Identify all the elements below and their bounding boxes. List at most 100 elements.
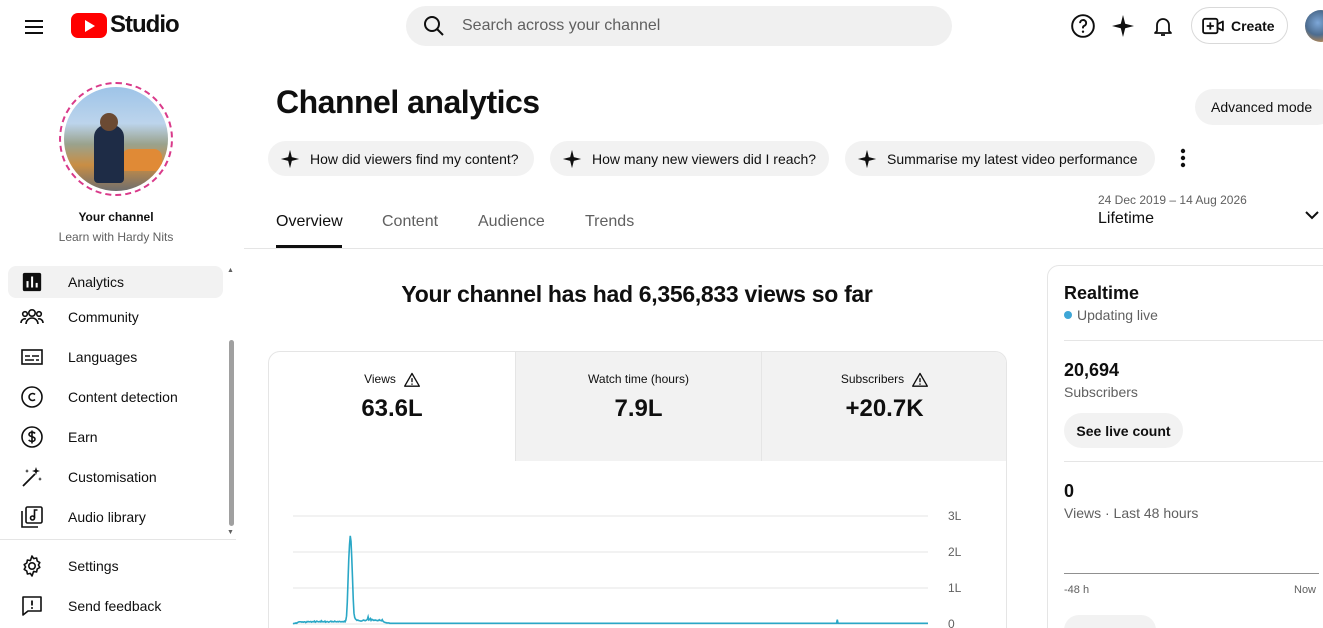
scroll-down-arrow[interactable]: ▼ [227, 529, 235, 536]
sidebar-item-label: Earn [68, 429, 98, 445]
sidebar-item-analytics[interactable]: Analytics [8, 266, 223, 298]
realtime-views-label: Views · Last 48 hours [1064, 505, 1199, 521]
community-icon [20, 305, 44, 329]
sidebar-item-label: Audio library [68, 509, 146, 525]
analytics-icon [20, 270, 44, 294]
chart-y-tick-label: 1L [948, 581, 962, 595]
channel-avatar-image [64, 87, 168, 191]
realtime-divider [1064, 340, 1323, 341]
account-avatar[interactable] [1305, 10, 1323, 42]
realtime-views-value: 0 [1064, 481, 1075, 501]
chip-label: Summarise my latest video performance [887, 150, 1138, 167]
help-button[interactable] [1069, 12, 1097, 40]
realtime-axis-start: -48 h [1064, 584, 1090, 596]
search-input[interactable] [462, 17, 902, 35]
date-range[interactable]: 24 Dec 2019 – 14 Aug 2026 [1098, 193, 1247, 207]
sidebar-item-label: Content detection [68, 389, 178, 405]
metric-label: Subscribers [840, 372, 905, 386]
metric-label: Watch time (hours) [588, 372, 689, 386]
metric-label: Views [364, 372, 396, 386]
realtime-subscribers-value: 20,694 [1064, 360, 1120, 380]
sidebar-item-settings[interactable]: Settings [8, 550, 223, 582]
tab-overview[interactable]: Overview [276, 213, 343, 231]
warning-icon[interactable] [403, 372, 420, 387]
sidebar-divider [0, 539, 236, 540]
more-vert-icon [1180, 148, 1186, 168]
subtitles-icon [20, 345, 44, 369]
views-line-chart: 3L 2L 1L 0 [268, 460, 1007, 628]
bell-icon [1154, 18, 1172, 36]
sidebar-item-customisation[interactable]: Customisation [8, 461, 223, 493]
magic-wand-icon [20, 465, 44, 489]
sidebar-item-languages[interactable]: Languages [8, 341, 223, 373]
metric-tab-subscribers[interactable]: Subscribers +20.7K [761, 352, 1006, 461]
sidebar-item-label: Community [68, 309, 139, 325]
notifications-button[interactable] [1149, 12, 1177, 40]
tabs-divider [244, 248, 1323, 249]
youtube-play-icon [71, 12, 107, 38]
chart-y-tick-label: 0 [948, 617, 955, 628]
menu-button[interactable] [18, 10, 50, 42]
sparkle-icon [562, 149, 582, 168]
realtime-title: Realtime [1064, 283, 1140, 303]
sparkle-icon [1112, 15, 1134, 37]
views-headline: Your channel has had 6,356,833 views so … [401, 281, 873, 307]
create-button[interactable]: Create [1191, 7, 1288, 44]
live-dot-icon [1064, 311, 1072, 319]
realtime-status-text: Updating live [1077, 307, 1158, 323]
sidebar-item-label: Customisation [68, 469, 157, 485]
feedback-icon [20, 594, 44, 618]
chart-svg: 3L 2L 1L 0 [292, 509, 962, 628]
realtime-status: Updating live [1064, 307, 1158, 323]
sidebar-item-earn[interactable]: Earn [8, 421, 223, 453]
channel-avatar[interactable] [59, 82, 173, 196]
audio-library-icon [20, 505, 44, 529]
tab-audience[interactable]: Audience [478, 213, 545, 231]
dollar-icon [20, 425, 44, 449]
tab-trends[interactable]: Trends [585, 213, 634, 231]
sidebar-item-label: Analytics [68, 274, 125, 290]
ask-chip-summarise-video[interactable]: Summarise my latest video performance [845, 141, 1155, 176]
metric-value: 7.9L [614, 395, 663, 422]
realtime-subscribers-label: Subscribers [1064, 384, 1138, 400]
advanced-mode-button[interactable]: Advanced mode [1195, 89, 1323, 125]
sparkle-icon [280, 149, 300, 168]
sidebar-scrollbar-thumb[interactable] [229, 340, 234, 526]
metric-tab-views[interactable]: Views 63.6L [269, 352, 515, 461]
ask-chip-new-viewers[interactable]: How many new viewers did I reach? [550, 141, 829, 176]
sidebar-item-community[interactable]: Community [8, 301, 223, 333]
youtube-studio-logo[interactable]: Studio [71, 11, 180, 39]
see-live-count-button[interactable]: See live count [1064, 413, 1183, 448]
search-bar[interactable] [406, 6, 952, 46]
logo-text: Studio [110, 11, 180, 38]
chart-series-line[interactable] [292, 535, 928, 625]
sidebar-item-label: Settings [68, 558, 119, 574]
scroll-up-arrow[interactable]: ▲ [227, 267, 235, 274]
realtime-see-more-button[interactable] [1064, 615, 1156, 628]
page-title: Channel analytics [276, 84, 540, 120]
sidebar-item-label: Languages [68, 349, 138, 365]
active-tab-indicator [276, 245, 342, 248]
metric-tab-watch-time[interactable]: Watch time (hours) 7.9L [515, 352, 761, 461]
warning-icon[interactable] [912, 372, 929, 387]
date-period-label[interactable]: Lifetime [1098, 210, 1154, 228]
chart-y-tick-label: 3L [948, 509, 962, 523]
realtime-divider [1064, 461, 1323, 462]
metric-value: +20.7K [845, 395, 924, 422]
sidebar-item-content-detection[interactable]: Content detection [8, 381, 223, 413]
date-picker-button[interactable] [1300, 203, 1323, 227]
sidebar-item-send-feedback[interactable]: Send feedback [8, 590, 223, 622]
chip-label: How many new viewers did I reach? [592, 150, 817, 167]
sidebar-item-label: Send feedback [68, 598, 162, 614]
ask-chip-viewers-find[interactable]: How did viewers find my content? [268, 141, 534, 176]
sidebar-item-audio-library[interactable]: Audio library [8, 501, 223, 533]
create-video-icon [1202, 17, 1224, 34]
tab-content[interactable]: Content [382, 213, 438, 231]
chip-label: How did viewers find my content? [310, 150, 519, 167]
create-label: Create [1231, 17, 1275, 34]
channel-name: Learn with Hardy Nits [58, 230, 174, 244]
more-options-button[interactable] [1170, 145, 1196, 171]
search-icon [424, 16, 444, 36]
sparkle-button[interactable] [1109, 12, 1137, 40]
sparkle-icon [857, 149, 877, 168]
